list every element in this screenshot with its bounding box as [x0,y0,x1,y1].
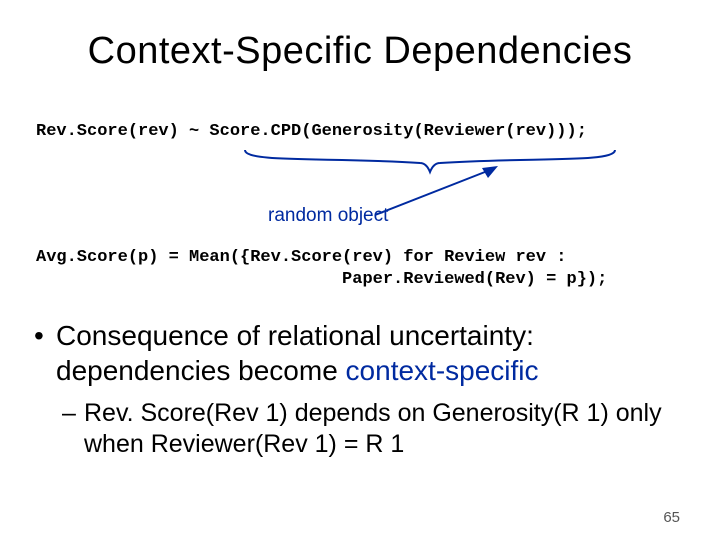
code-line-1: Rev.Score(rev) ~ Score.CPD(Generosity(Re… [36,122,587,141]
code-line-2a: Avg.Score(p) = Mean({Rev.Score(rev) for … [36,248,567,267]
bullet-sub-text: Rev. Score(Rev 1) depends on Generosity(… [84,399,662,458]
bullet-main: • Consequence of relational uncertainty:… [56,318,676,388]
slide: Context-Specific Dependencies Rev.Score(… [0,0,720,540]
random-object-label: random object [268,205,388,227]
bullet-text-highlight: context-specific [346,355,539,386]
bullet-dash-icon: – [62,398,76,429]
arrow-annotation [370,160,510,220]
bullet-sub: – Rev. Score(Rev 1) depends on Generosit… [84,398,684,461]
bullet-dot-icon: • [34,318,44,353]
slide-title: Context-Specific Dependencies [0,30,720,73]
page-number: 65 [663,509,680,526]
code-line-2b: Paper.Reviewed(Rev) = p}); [36,270,607,289]
